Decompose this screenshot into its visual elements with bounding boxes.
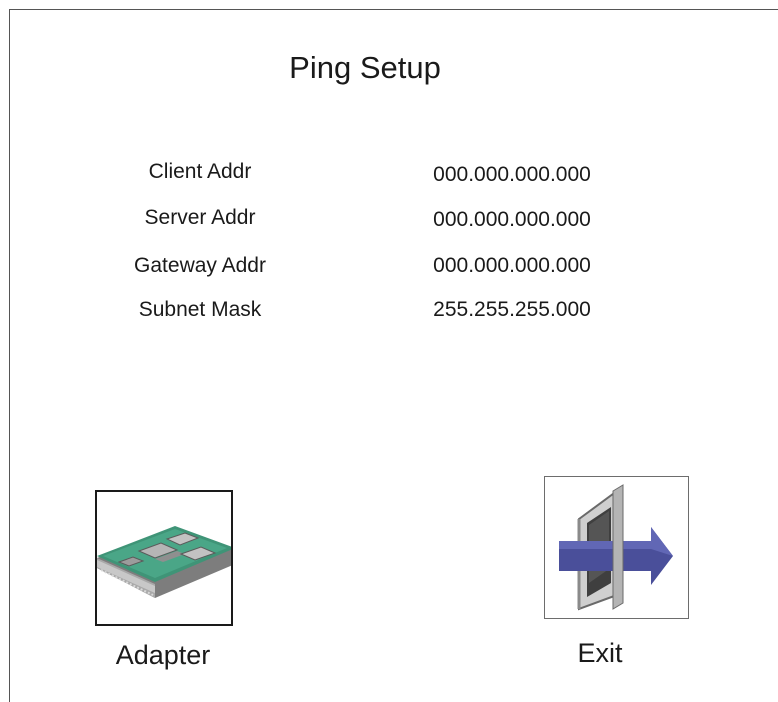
subnet-mask-label: Subnet Mask: [138, 298, 262, 321]
subnet-mask-field[interactable]: 255.255.255.000: [433, 298, 591, 322]
gateway-addr-label: Gateway Addr: [134, 254, 266, 277]
server-addr-field[interactable]: 000.000.000.000: [433, 208, 591, 232]
page-title: Ping Setup: [289, 50, 441, 85]
exit-button[interactable]: [544, 476, 689, 619]
client-addr-label: Client Addr: [148, 160, 252, 183]
gateway-addr-field[interactable]: 000.000.000.000: [433, 254, 591, 278]
network-adapter-icon: [97, 526, 231, 598]
exit-door-arrow-icon: [559, 484, 673, 611]
client-addr-field[interactable]: 000.000.000.000: [433, 163, 591, 187]
exit-label[interactable]: Exit: [577, 638, 622, 669]
adapter-button[interactable]: [95, 490, 233, 626]
adapter-label[interactable]: Adapter: [116, 640, 211, 671]
server-addr-label: Server Addr: [144, 206, 256, 229]
